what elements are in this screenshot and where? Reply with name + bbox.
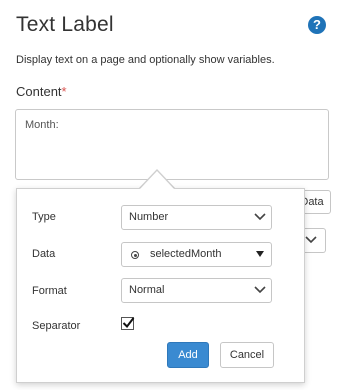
cancel-button[interactable]: Cancel (220, 342, 274, 368)
help-icon[interactable]: ? (308, 16, 326, 34)
format-label: Format (32, 285, 67, 297)
variable-icon (131, 251, 139, 259)
content-label-text: Content (16, 84, 62, 99)
popover-arrow (140, 171, 174, 189)
content-label: Content* (16, 84, 67, 99)
data-select-value: selectedMonth (150, 248, 222, 260)
page-description: Display text on a page and optionally sh… (16, 54, 275, 66)
type-label: Type (32, 211, 56, 223)
type-select[interactable]: Number (121, 205, 272, 230)
format-select-value: Normal (129, 284, 165, 296)
format-select[interactable]: Normal (121, 278, 272, 303)
data-select[interactable]: selectedMonth (121, 242, 272, 267)
caret-down-icon (256, 251, 264, 257)
checkmark-icon (122, 317, 135, 329)
separator-checkbox[interactable] (121, 317, 135, 330)
required-marker: * (61, 84, 67, 99)
data-label: Data (32, 248, 56, 260)
separator-label: Separator (32, 320, 81, 332)
chevron-down-icon (305, 236, 317, 244)
chevron-down-icon (254, 286, 266, 294)
type-select-value: Number (129, 211, 169, 223)
add-button[interactable]: Add (167, 342, 209, 368)
page-title: Text Label (16, 13, 114, 36)
chevron-down-icon (254, 213, 266, 221)
